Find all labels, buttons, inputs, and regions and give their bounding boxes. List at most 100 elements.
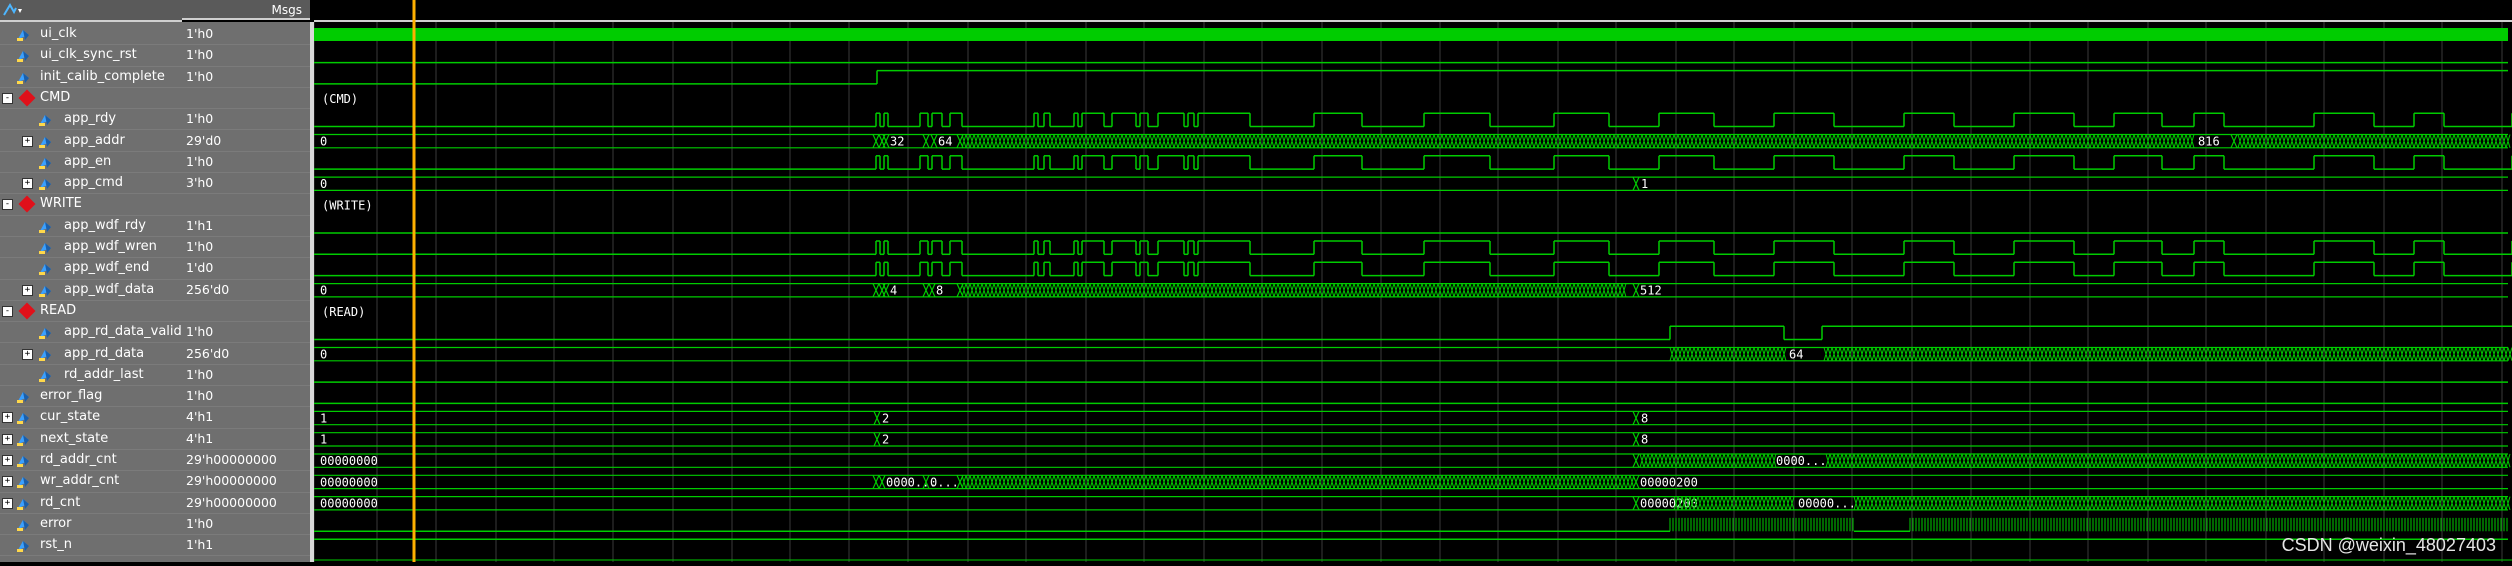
signal-wave-icon bbox=[38, 347, 51, 361]
signal-row-cmd[interactable]: - CMD bbox=[0, 88, 310, 110]
signal-row-rd_addr_cnt[interactable]: + rd_addr_cnt 29'h00000000 bbox=[0, 450, 310, 472]
wave-value-label: 00000000 bbox=[320, 497, 378, 511]
signal-value: 29'h00000000 bbox=[186, 494, 277, 510]
signal-wave-icon bbox=[38, 176, 51, 191]
signal-value: 29'h00000000 bbox=[186, 452, 277, 467]
bus-hatch bbox=[1639, 453, 1777, 468]
msgs-header: Msgs bbox=[182, 0, 310, 20]
watermark: CSDN @weixin_48027403 bbox=[2281, 535, 2496, 555]
signal-row-app_rdy[interactable]: app_rdy 1'h0 bbox=[0, 109, 310, 131]
signal-wave-icon bbox=[38, 155, 51, 169]
ui-clk-wave bbox=[314, 28, 2508, 41]
collapse-toggle[interactable]: - bbox=[2, 199, 13, 211]
expand-toggle[interactable]: + bbox=[2, 497, 13, 509]
signal-row-rst_n[interactable]: rst_n 1'h1 bbox=[0, 535, 310, 557]
signal-row-app_wdf_end[interactable]: app_wdf_end 1'd0 bbox=[0, 258, 310, 280]
wave-value-label: 4 bbox=[890, 284, 897, 298]
signal-name: next_state bbox=[40, 430, 109, 446]
signal-row-app_rd_data_valid[interactable]: app_rd_data_valid 1'h0 bbox=[0, 322, 310, 344]
collapse-toggle[interactable]: - bbox=[2, 305, 13, 317]
signal-row-app_en[interactable]: app_en 1'h0 bbox=[0, 152, 310, 174]
signal-value: 1'h0 bbox=[186, 388, 214, 404]
wave-value-label: 0 bbox=[320, 348, 327, 362]
expand-toggle[interactable]: + bbox=[22, 135, 33, 147]
bus-transition bbox=[872, 283, 880, 298]
signal-wave-icon bbox=[38, 134, 51, 148]
bus-transition bbox=[922, 134, 930, 149]
signal-wave-icon bbox=[16, 496, 29, 510]
signal-wave-icon bbox=[38, 219, 51, 233]
bus-hatch bbox=[961, 283, 1627, 298]
wave-value-label: 8 bbox=[1641, 411, 1648, 425]
signal-row-wr_addr_cnt[interactable]: + wr_addr_cnt 29'h00000000 bbox=[0, 471, 310, 493]
bus-hatch bbox=[1669, 347, 1787, 361]
signal-name: rst_n bbox=[40, 537, 72, 553]
signal-row-ui_clk[interactable]: ui_clk 1'h0 bbox=[0, 24, 310, 46]
signal-name: CMD bbox=[40, 89, 71, 105]
bus-transition bbox=[1632, 496, 1640, 511]
signal-wave-icon bbox=[38, 368, 51, 382]
signal-wave-icon bbox=[16, 432, 29, 446]
signal-row-cur_state[interactable]: + cur_state 4'h1 bbox=[0, 407, 310, 429]
signal-wave-icon bbox=[16, 474, 29, 489]
bus-transition bbox=[922, 283, 930, 298]
signal-name: app_rd_data bbox=[64, 345, 145, 361]
signal-row-init_calib_complete[interactable]: init_calib_complete 1'h0 bbox=[0, 67, 310, 88]
expand-toggle[interactable]: + bbox=[2, 412, 13, 424]
signal-row-app_addr[interactable]: + app_addr 29'd0 bbox=[0, 131, 310, 152]
bus-transition bbox=[1632, 411, 1640, 425]
signal-value: 1'h1 bbox=[186, 537, 214, 553]
wave-menu-icon[interactable] bbox=[2, 2, 22, 16]
expand-toggle[interactable]: + bbox=[22, 178, 33, 190]
expand-toggle[interactable]: + bbox=[22, 284, 33, 296]
wave-value-label: 816 bbox=[2198, 135, 2220, 149]
signal-row-app_wdf_wren[interactable]: app_wdf_wren 1'h0 bbox=[0, 237, 310, 259]
expand-toggle[interactable]: + bbox=[22, 348, 33, 360]
signal-wave-icon bbox=[16, 48, 29, 63]
bus-transition bbox=[1632, 283, 1640, 298]
signal-row-app_cmd[interactable]: + app_cmd 3'h0 bbox=[0, 173, 310, 195]
signal-value: 1'h0 bbox=[186, 111, 214, 127]
bus-transition bbox=[873, 432, 881, 447]
signal-row-error_flag[interactable]: error_flag 1'h0 bbox=[0, 386, 310, 408]
wave-value-label: 64 bbox=[1789, 348, 1803, 362]
signal-row-app_rd_data[interactable]: + app_rd_data 256'd0 bbox=[0, 344, 310, 365]
wave-value-label: 0000... bbox=[1776, 454, 1827, 468]
signal-row-rd_addr_last[interactable]: rd_addr_last 1'h0 bbox=[0, 365, 310, 387]
waveform-canvas[interactable]: (CMD) 0 32 64 816 0 1 (WRITE) 0 4 8 512 (READ) 0 64 1 2 8… bbox=[313, 0, 2512, 562]
signal-row-write[interactable]: - WRITE bbox=[0, 194, 310, 216]
signal-name: app_wdf_wren bbox=[64, 239, 157, 254]
signal-row-next_state[interactable]: + next_state 4'h1 bbox=[0, 429, 310, 450]
signal-wave-icon bbox=[38, 240, 51, 254]
signal-row-rd_cnt[interactable]: + rd_cnt 29'h00000000 bbox=[0, 493, 310, 514]
signal-value: 4'h1 bbox=[186, 430, 214, 446]
signal-name: app_wdf_data bbox=[64, 281, 155, 297]
wave-value-label: 512 bbox=[1640, 284, 1662, 298]
signal-row-app_wdf_rdy[interactable]: app_wdf_rdy 1'h1 bbox=[0, 216, 310, 237]
bus-transition bbox=[2230, 134, 2238, 149]
signal-row-read[interactable]: - READ bbox=[0, 301, 310, 323]
bus-transition bbox=[930, 134, 938, 149]
signal-name: ui_clk bbox=[40, 26, 77, 41]
expand-toggle[interactable]: + bbox=[2, 433, 13, 445]
expand-toggle[interactable]: + bbox=[2, 476, 13, 488]
row-separator bbox=[0, 555, 310, 557]
waveform-pane[interactable]: (CMD) 0 32 64 816 0 1 (WRITE) 0 4 8 512 (READ) 0 64 1 2 8… bbox=[313, 0, 2512, 562]
signal-value: 29'h00000000 bbox=[186, 473, 277, 489]
signal-row-error[interactable]: error 1'h0 bbox=[0, 514, 310, 536]
bus-transition bbox=[872, 475, 880, 489]
wave-value-label: 00000000 bbox=[320, 475, 378, 489]
signal-wave-icon bbox=[38, 261, 51, 276]
signal-wave-icon bbox=[38, 283, 51, 297]
wave-value-label: (READ) bbox=[322, 305, 365, 319]
signal-wave-icon bbox=[38, 325, 51, 340]
wave-value-label: 2 bbox=[882, 411, 889, 425]
collapse-toggle[interactable]: - bbox=[2, 92, 13, 104]
signal-row-ui_clk_sync_rst[interactable]: ui_clk_sync_rst 1'h0 bbox=[0, 45, 310, 67]
signal-name: app_en bbox=[64, 153, 112, 169]
signal-name: app_wdf_end bbox=[64, 260, 150, 276]
signal-row-app_wdf_data[interactable]: + app_wdf_data 256'd0 bbox=[0, 280, 310, 301]
signal-name: app_wdf_rdy bbox=[64, 217, 146, 233]
expand-toggle[interactable]: + bbox=[2, 455, 13, 466]
signal-value: 1'h0 bbox=[186, 324, 214, 340]
